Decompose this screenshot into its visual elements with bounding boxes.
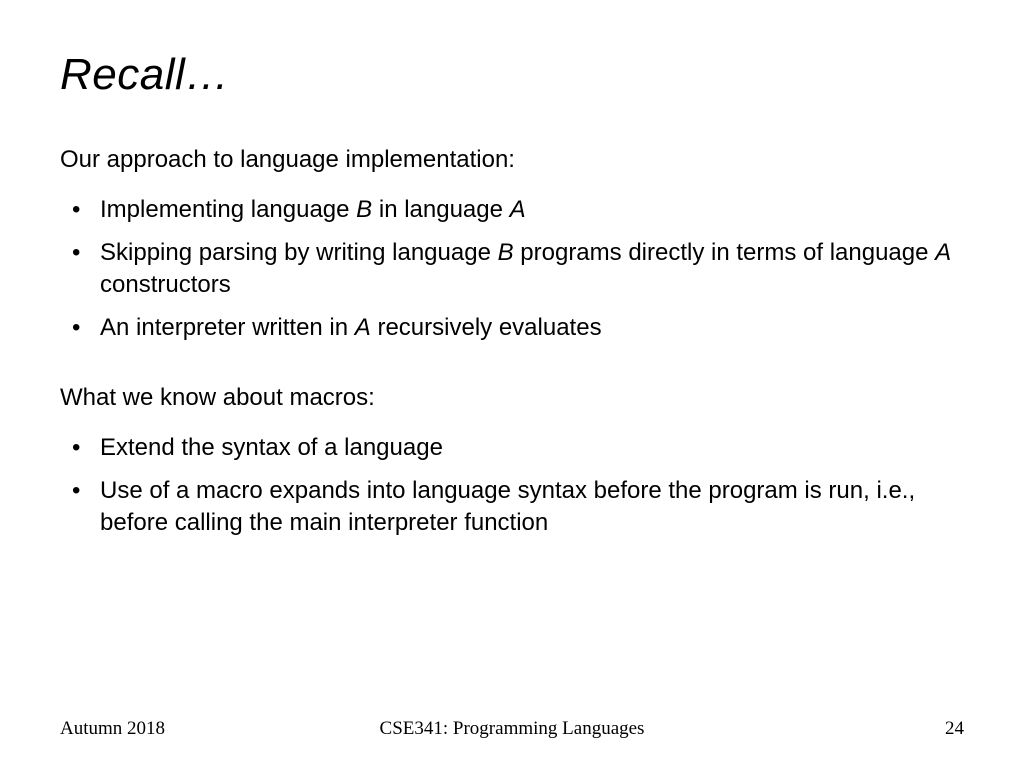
text-run: programs directly in terms of language (514, 239, 936, 266)
bullet-list-2: Extend the syntax of a language Use of a… (60, 432, 964, 539)
text-run: in language (372, 196, 509, 223)
language-a: A (935, 239, 951, 266)
slide-footer: Autumn 2018 CSE341: Programming Language… (0, 718, 1024, 740)
text-run: An interpreter written in (100, 314, 355, 341)
list-item: Implementing language B in language A (60, 194, 964, 226)
text-run: Implementing language (100, 196, 356, 223)
slide-body: Our approach to language implementation:… (60, 144, 964, 540)
footer-left: Autumn 2018 (60, 718, 165, 740)
text-run: constructors (100, 271, 231, 298)
list-item: Skipping parsing by writing language B p… (60, 237, 964, 302)
list-item: Use of a macro expands into language syn… (60, 475, 964, 540)
list-item: An interpreter written in A recursively … (60, 312, 964, 344)
slide-title: Recall… (60, 50, 964, 100)
text-run: recursively evaluates (371, 314, 602, 341)
slide: Recall… Our approach to language impleme… (0, 0, 1024, 768)
language-a: A (355, 314, 371, 341)
intro-paragraph-1: Our approach to language implementation: (60, 144, 964, 176)
intro-paragraph-2: What we know about macros: (60, 382, 964, 414)
footer-page-number: 24 (945, 718, 964, 740)
text-run: Skipping parsing by writing language (100, 239, 498, 266)
footer-center: CSE341: Programming Languages (380, 718, 645, 740)
language-b: B (498, 239, 514, 266)
bullet-list-1: Implementing language B in language A Sk… (60, 194, 964, 344)
list-item: Extend the syntax of a language (60, 432, 964, 464)
language-b: B (356, 196, 372, 223)
language-a: A (510, 196, 526, 223)
